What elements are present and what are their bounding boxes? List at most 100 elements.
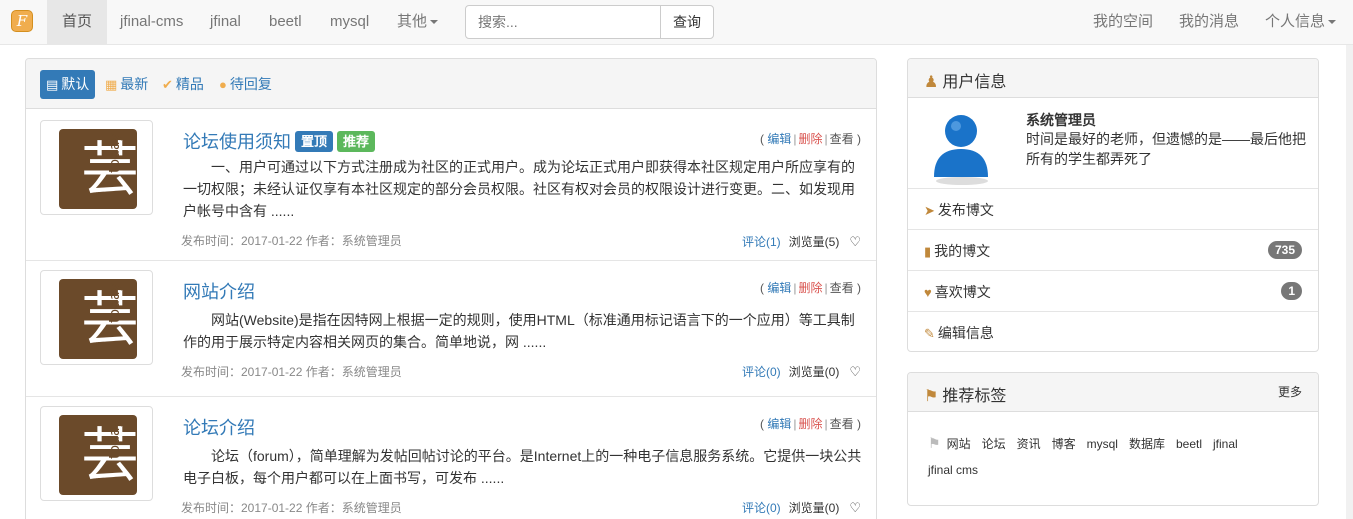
edit-link[interactable]: 编辑 xyxy=(767,132,791,146)
user-info-panel: ♟ 用户信息 系统管理员 时间是最好的老师，但遗憾的是——最后他把所有的学生都弄死… xyxy=(907,58,1319,352)
sidebar-item-label: 喜欢博文 xyxy=(934,284,991,300)
post-list-panel: ▤ 默认 ▦ 最新 ✔ 精品 ● 待回复 芸 today 论坛使用须知 置顶 推荐 ( 编辑… xyxy=(25,58,877,519)
post-title-text[interactable]: 论坛使用须知 xyxy=(183,132,291,152)
filter-featured[interactable]: ✔ 精品 xyxy=(162,70,204,99)
sidebar-item-label: 发布博文 xyxy=(937,202,994,218)
nav-mysql[interactable]: mysql xyxy=(315,0,384,45)
post-title-text[interactable]: 论坛介绍 xyxy=(183,418,255,438)
post-meta: 发布时间：2017-01-22 作者：系统管理员 xyxy=(181,365,402,379)
comments-link[interactable]: 评论(1) xyxy=(742,235,781,249)
like-heart-icon[interactable]: ♡ xyxy=(849,500,861,516)
top-navbar: F 首页 jfinal-cms jfinal beetl mysql 其他 查询… xyxy=(0,0,1353,45)
pinned-badge: 置顶 xyxy=(295,131,334,152)
edit-icon: ✎ xyxy=(924,326,935,341)
delete-link[interactable]: 删除 xyxy=(799,281,823,295)
tag-link[interactable]: 论坛 xyxy=(982,437,1006,451)
tags-heading: ⚑ 推荐标签 更多 xyxy=(908,373,1318,412)
edit-link[interactable]: 编辑 xyxy=(767,417,791,431)
post-title[interactable]: 论坛介绍 xyxy=(183,414,255,440)
search-input[interactable] xyxy=(465,5,661,39)
filter-awaiting-reply[interactable]: ● 待回复 xyxy=(219,70,272,99)
post-stats: 评论(1) 浏览量(5) ♡ xyxy=(742,233,861,250)
thumbnail-logo-image: 芸 today xyxy=(59,129,139,209)
post-meta: 发布时间：2017-01-22 作者：系统管理员 xyxy=(181,234,402,248)
thumb-word: today xyxy=(107,283,123,323)
filter-bar: ▤ 默认 ▦ 最新 ✔ 精品 ● 待回复 xyxy=(26,59,876,109)
post-stats: 评论(0) 浏览量(0) ♡ xyxy=(742,499,861,516)
nav-my-space[interactable]: 我的空间 xyxy=(1078,0,1168,45)
brand-logo[interactable]: F xyxy=(11,10,33,32)
nav-jfinal-cms[interactable]: jfinal-cms xyxy=(105,0,198,45)
edit-link[interactable]: 编辑 xyxy=(767,281,791,295)
more-tags-link[interactable]: 更多 xyxy=(1278,383,1302,400)
view-count: 浏览量(0) xyxy=(788,501,840,515)
nav-my-messages[interactable]: 我的消息 xyxy=(1164,0,1254,45)
post-summary: 一、用户可通过以下方式注册成为社区的正式用户。成为论坛正式用户即获得本社区规定用… xyxy=(183,159,855,219)
user-name: 系统管理员 xyxy=(1026,112,1096,128)
user-info-title: ♟ 用户信息 xyxy=(924,68,1006,92)
search-button[interactable]: 查询 xyxy=(660,5,714,39)
post-thumbnail[interactable]: 芸 today xyxy=(40,406,153,501)
caret-down-icon xyxy=(1328,20,1337,25)
user-avatar-icon xyxy=(934,115,988,185)
tag-link[interactable]: jfinal cms xyxy=(928,463,978,477)
user-info-heading: ♟ 用户信息 xyxy=(908,59,1318,98)
thumb-word: today xyxy=(107,419,123,459)
tag-list: ⚑ 网站 论坛 资讯 博客 mysql 数据库 beetl jfinal jfinal cms xyxy=(928,430,1298,483)
tag-link[interactable]: 数据库 xyxy=(1129,437,1165,451)
nav-profile-label: 个人信息 xyxy=(1265,13,1326,30)
tags-icon: ⚑ xyxy=(924,388,939,405)
sidebar-item-edit-info[interactable]: ✎ 编辑信息 xyxy=(908,311,1318,352)
filter-default[interactable]: ▤ 默认 xyxy=(40,70,96,99)
filter-latest[interactable]: ▦ 最新 xyxy=(105,70,148,99)
tag-link[interactable]: beetl xyxy=(1176,437,1202,451)
like-heart-icon[interactable]: ♡ xyxy=(849,364,861,380)
post-thumbnail[interactable]: 芸 today xyxy=(40,270,153,365)
post-title[interactable]: 网站介绍 xyxy=(183,278,255,304)
post-meta: 发布时间：2017-01-22 作者：系统管理员 xyxy=(181,501,402,515)
view-link[interactable]: 查看 xyxy=(830,132,854,146)
filter-awaiting-reply-label: 待回复 xyxy=(229,76,272,92)
comments-link[interactable]: 评论(0) xyxy=(742,365,781,379)
page-scrollbar[interactable] xyxy=(1346,45,1353,519)
sidebar-item-publish[interactable]: ➤ 发布博文 xyxy=(908,188,1318,229)
tags-title-text: 推荐标签 xyxy=(942,388,1007,405)
tag-link[interactable]: mysql xyxy=(1087,437,1118,451)
nav-profile-dropdown[interactable]: 个人信息 xyxy=(1250,0,1351,45)
thumbnail-logo-image: 芸 today xyxy=(59,279,139,359)
view-count: 浏览量(5) xyxy=(788,235,840,249)
tag-link[interactable]: 资讯 xyxy=(1017,437,1041,451)
post-item: 芸 today 论坛使用须知 置顶 推荐 ( 编辑 | 删除 | 查看 ) 一、用户可通过以… xyxy=(26,110,876,261)
calendar-icon: ▦ xyxy=(105,77,118,92)
view-link[interactable]: 查看 xyxy=(830,281,854,295)
thumbnail-logo-image: 芸 today xyxy=(59,415,139,495)
sidebar-item-liked-posts[interactable]: ♥ 喜欢博文 1 xyxy=(908,270,1318,311)
nav-home[interactable]: 首页 xyxy=(47,0,108,45)
delete-link[interactable]: 删除 xyxy=(799,132,823,146)
tag-link[interactable]: 博客 xyxy=(1052,437,1076,451)
nav-jfinal[interactable]: jfinal xyxy=(195,0,256,45)
avatar[interactable] xyxy=(928,109,990,185)
delete-link[interactable]: 删除 xyxy=(799,417,823,431)
tags-title: ⚑ 推荐标签 xyxy=(924,382,1006,406)
image-icon: ▤ xyxy=(46,77,59,92)
nav-beetl[interactable]: beetl xyxy=(254,0,317,45)
like-heart-icon[interactable]: ♡ xyxy=(849,234,861,250)
sidebar-item-my-posts[interactable]: ▮ 我的博文 735 xyxy=(908,229,1318,270)
thumbs-up-icon: ✔ xyxy=(162,77,173,92)
post-title[interactable]: 论坛使用须知 置顶 推荐 xyxy=(183,128,376,154)
user-motto: 时间是最好的老师，但遗憾的是——最后他把所有的学生都弄死了 xyxy=(1026,131,1306,167)
tag-link[interactable]: 网站 xyxy=(947,437,971,451)
post-admin-links: ( 编辑 | 删除 | 查看 ) xyxy=(760,132,861,146)
recommended-tags-panel: ⚑ 推荐标签 更多 ⚑ 网站 论坛 资讯 博客 mysql 数据库 beetl jfinal jfi… xyxy=(907,372,1319,506)
view-link[interactable]: 查看 xyxy=(830,417,854,431)
count-badge: 735 xyxy=(1267,241,1302,259)
post-item: 芸 today 论坛介绍 ( 编辑 | 删除 | 查看 ) 论坛（forum），简单理解… xyxy=(26,397,876,519)
tag-icon: ⚑ xyxy=(928,435,941,451)
tag-link[interactable]: jfinal xyxy=(1213,437,1238,451)
post-summary: 网站(Website)是指在因特网上根据一定的规则，使用HTML（标准通用标记语… xyxy=(183,312,855,350)
comments-link[interactable]: 评论(0) xyxy=(742,501,781,515)
post-title-text[interactable]: 网站介绍 xyxy=(183,282,255,302)
post-thumbnail[interactable]: 芸 today xyxy=(40,120,153,215)
nav-other-dropdown[interactable]: 其他 xyxy=(382,0,453,45)
